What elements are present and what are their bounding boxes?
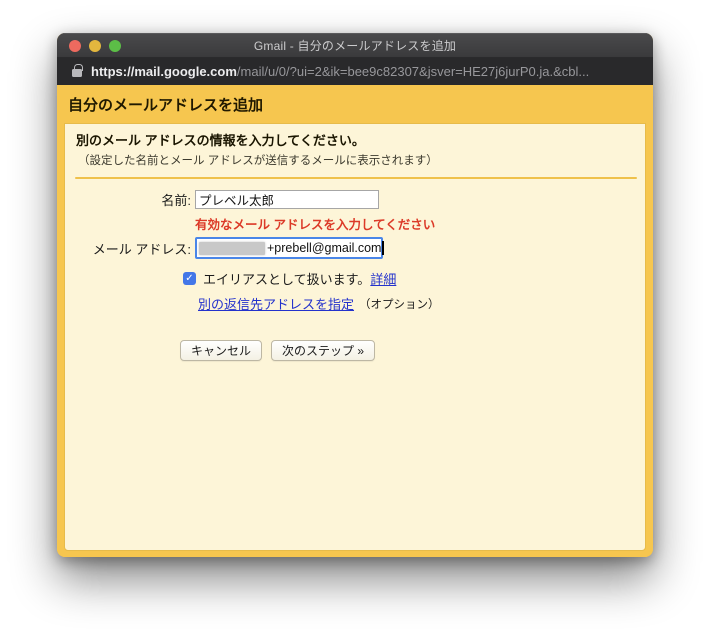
next-step-button[interactable]: 次のステップ » (271, 340, 376, 361)
minimize-window-button[interactable] (89, 39, 101, 52)
name-input[interactable] (195, 190, 379, 209)
cancel-button[interactable]: キャンセル (180, 340, 263, 361)
email-label: メール アドレス: (92, 241, 191, 257)
alias-details-link[interactable]: 詳細 (370, 269, 396, 288)
email-value: +prebell@gmail.com (267, 241, 382, 255)
page-title: 自分のメールアドレスを追加 (68, 96, 264, 114)
dialog-body: 別のメール アドレスの情報を入力してください。 （設定した名前とメール アドレス… (57, 123, 653, 557)
screenshot-stage: Gmail - 自分のメールアドレスを追加 https://mail.googl… (0, 0, 710, 630)
close-window-button[interactable] (69, 39, 81, 52)
reply-to-row: 別の返信先アドレスを指定 （オプション） (198, 294, 645, 313)
browser-window: Gmail - 自分のメールアドレスを追加 https://mail.googl… (57, 33, 653, 557)
form-panel: 別のメール アドレスの情報を入力してください。 （設定した名前とメール アドレス… (64, 123, 646, 551)
separator-line (75, 177, 637, 179)
redacted-email-segment (199, 241, 265, 255)
traffic-lights (69, 33, 121, 58)
url-domain: https://mail.google.com (91, 64, 237, 79)
url-bar[interactable]: https://mail.google.com/mail/u/0/?ui=2&i… (57, 58, 653, 85)
reply-to-link[interactable]: 別の返信先アドレスを指定 (198, 294, 354, 313)
dialog-header: 自分のメールアドレスを追加 (57, 85, 653, 123)
reply-to-note: （オプション） (359, 298, 440, 311)
url-path: /mail/u/0/?ui=2&ik=bee9c82307&jsver=HE27… (236, 64, 590, 79)
alias-checkbox[interactable]: ✓ (183, 272, 196, 285)
name-label: 名前: (161, 193, 191, 208)
zoom-window-button[interactable] (109, 39, 121, 52)
alias-row: ✓ エイリアスとして扱います。 詳細 (183, 269, 645, 288)
text-cursor (382, 241, 384, 255)
name-row: 名前: (65, 190, 645, 209)
intro-heading: 別のメール アドレスの情報を入力してください。 (76, 133, 365, 148)
email-row: メール アドレス: +prebell@gmail.com (65, 237, 645, 259)
window-titlebar: Gmail - 自分のメールアドレスを追加 (57, 33, 653, 58)
error-row: 有効なメール アドレスを入力してください (65, 214, 645, 233)
url-text[interactable]: https://mail.google.com/mail/u/0/?ui=2&i… (91, 64, 589, 79)
intro-note: （設定した名前とメール アドレスが送信するメールに表示されます） (78, 155, 438, 167)
alias-label: エイリアスとして扱います。 (203, 272, 371, 287)
buttons-row: キャンセル 次のステップ » (180, 340, 645, 361)
window-title: Gmail - 自分のメールアドレスを追加 (253, 38, 457, 53)
error-message: 有効なメール アドレスを入力してください (195, 218, 436, 232)
email-input[interactable]: +prebell@gmail.com (195, 237, 384, 259)
lock-icon (72, 64, 83, 77)
